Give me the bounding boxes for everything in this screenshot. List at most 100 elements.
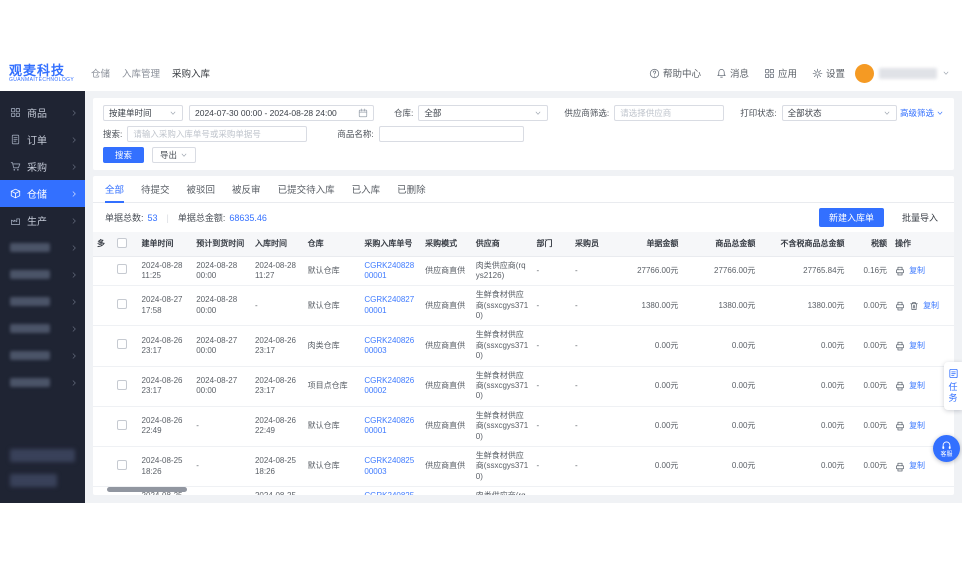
cell-order_no: CGRK24082600003: [360, 326, 421, 366]
top-action-settings[interactable]: 设置: [812, 66, 845, 80]
order-number-link[interactable]: CGRK24082600002: [364, 376, 414, 395]
column-header-4: 入库时间: [251, 232, 304, 256]
row-checkbox-cell: [113, 366, 137, 406]
customer-service-button[interactable]: 客服: [933, 435, 960, 462]
column-header-6: 采购入库单号: [360, 232, 421, 256]
sidebar-item-blurred[interactable]: [0, 342, 85, 369]
sidebar-item-label: 仓储: [27, 186, 47, 201]
row-checkbox[interactable]: [117, 299, 127, 309]
tab-1[interactable]: 待提交: [141, 176, 170, 202]
blurred-block: [10, 449, 75, 462]
top-action-messages[interactable]: 消息: [716, 66, 749, 80]
column-header-8: 供应商: [472, 232, 533, 256]
task-widget[interactable]: 任务: [944, 362, 962, 410]
sidebar-item-purchase[interactable]: 采购: [0, 153, 85, 180]
cell-goods_amount: 0.00元: [682, 487, 759, 495]
tab-0[interactable]: 全部: [105, 176, 124, 202]
sidebar-item-products[interactable]: 商品: [0, 99, 85, 126]
cell-expected: -: [192, 406, 251, 446]
row-checkbox[interactable]: [117, 420, 127, 430]
batch-import-button[interactable]: 批量导入: [898, 208, 942, 227]
cell-buyer: -: [571, 286, 612, 326]
cell-tax: 0.00元: [849, 286, 892, 326]
top-action-help[interactable]: 帮助中心: [649, 66, 701, 80]
column-header-9: 部门: [533, 232, 571, 256]
product-name-input[interactable]: [379, 126, 524, 142]
purchase-icon: [10, 161, 21, 172]
filter-row-2: 搜索: 商品名称:: [103, 126, 944, 142]
sidebar-item-blurred[interactable]: [0, 261, 85, 288]
print-status-select[interactable]: 全部状态: [782, 105, 897, 121]
caret-down-icon[interactable]: [942, 69, 950, 77]
sidebar-item-production[interactable]: 生产: [0, 207, 85, 234]
caret-down-icon: [180, 151, 188, 159]
print-icon[interactable]: [895, 462, 905, 472]
cell-inbound: 2024-08-26 23:17: [251, 366, 304, 406]
advanced-filter-link[interactable]: 高级筛选: [900, 107, 944, 119]
row-checkbox[interactable]: [117, 460, 127, 470]
cell-inbound: -: [251, 286, 304, 326]
filter-row-3: 搜索 导出: [103, 147, 944, 163]
row-checkbox[interactable]: [117, 339, 127, 349]
cell-amount: 0.00元: [612, 487, 683, 495]
cell-excl_tax_amount: 0.00元: [759, 446, 848, 486]
copy-link[interactable]: 复制: [909, 266, 925, 276]
cell-mode: 供应商直供: [421, 406, 472, 446]
copy-link[interactable]: 复制: [909, 341, 925, 351]
date-range-picker[interactable]: 2024-07-30 00:00 - 2024-08-28 24:00: [189, 105, 374, 121]
blurred-label: [10, 378, 50, 387]
copy-link[interactable]: 复制: [909, 461, 925, 471]
user-menu[interactable]: [855, 64, 962, 83]
tab-4[interactable]: 已提交待入库: [278, 176, 335, 202]
tab-3[interactable]: 被反审: [232, 176, 261, 202]
new-inbound-button[interactable]: 新建入库单: [819, 208, 884, 227]
print-icon[interactable]: [895, 341, 905, 351]
breadcrumb-item-1[interactable]: 入库管理: [122, 66, 160, 80]
copy-link[interactable]: 复制: [923, 301, 939, 311]
cell-expected: -: [192, 487, 251, 495]
print-icon[interactable]: [895, 421, 905, 431]
copy-link[interactable]: 复制: [909, 421, 925, 431]
tab-2[interactable]: 被驳回: [187, 176, 216, 202]
order-number-link[interactable]: CGRK24082600003: [364, 336, 414, 355]
sidebar-item-blurred[interactable]: [0, 234, 85, 261]
export-button[interactable]: 导出: [152, 147, 196, 163]
order-number-link[interactable]: CGRK24082600001: [364, 416, 414, 435]
print-status-value: 全部状态: [788, 107, 822, 119]
cell-tax: 0.00元: [849, 366, 892, 406]
supplier-filter-input[interactable]: [614, 105, 724, 121]
row-checkbox[interactable]: [117, 264, 127, 274]
top-action-label: 帮助中心: [663, 66, 701, 80]
print-icon[interactable]: [895, 301, 905, 311]
cell-tax: 0.00元: [849, 326, 892, 366]
breadcrumb-item-2[interactable]: 采购入库: [172, 66, 210, 80]
top-action-apps[interactable]: 应用: [764, 66, 797, 80]
order-number-link[interactable]: CGRK24082500002: [364, 491, 414, 495]
print-icon[interactable]: [895, 381, 905, 391]
sidebar-item-warehouse[interactable]: 仓储: [0, 180, 85, 207]
trash-icon[interactable]: [909, 301, 919, 311]
order-number-link[interactable]: CGRK24082800001: [364, 261, 414, 280]
order-number-link[interactable]: CGRK24082700001: [364, 295, 414, 314]
time-type-select[interactable]: 按建单时间: [103, 105, 183, 121]
select-all-checkbox[interactable]: [117, 238, 127, 248]
horizontal-scrollbar[interactable]: [107, 487, 187, 492]
avatar[interactable]: [855, 64, 874, 83]
sidebar-item-blurred[interactable]: [0, 288, 85, 315]
search-button[interactable]: 搜索: [103, 147, 144, 163]
warehouse-select[interactable]: 全部: [418, 105, 548, 121]
sidebar-item-orders[interactable]: 订单: [0, 126, 85, 153]
tab-5[interactable]: 已入库: [352, 176, 381, 202]
breadcrumb-item-0[interactable]: 仓储: [91, 66, 110, 80]
row-expander: [93, 326, 113, 366]
row-checkbox[interactable]: [117, 380, 127, 390]
tab-6[interactable]: 已删除: [397, 176, 426, 202]
column-header-12: 商品总金额: [682, 232, 759, 256]
search-input[interactable]: [127, 126, 307, 142]
print-icon[interactable]: [895, 266, 905, 276]
sidebar-item-blurred[interactable]: [0, 369, 85, 396]
order-number-link[interactable]: CGRK24082500003: [364, 456, 414, 475]
copy-link[interactable]: 复制: [909, 381, 925, 391]
cell-excl_tax_amount: 0.00元: [759, 326, 848, 366]
sidebar-item-blurred[interactable]: [0, 315, 85, 342]
